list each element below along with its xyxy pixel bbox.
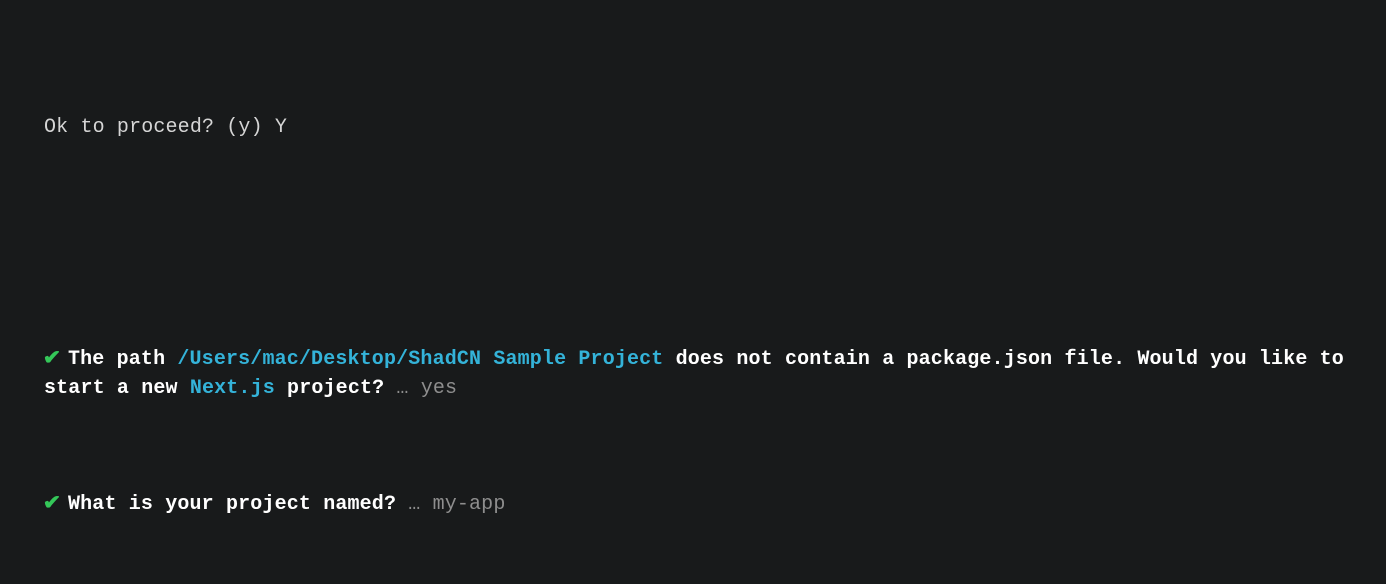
- separator: …: [396, 493, 432, 516]
- project-name-answer: my-app: [433, 493, 506, 516]
- project-name-q: What is your project named?: [68, 493, 396, 516]
- project-name-line: ✔What is your project named? … my-app: [44, 490, 1346, 519]
- path-question-line: ✔The path /Users/mac/Desktop/ShadCN Samp…: [44, 345, 1346, 403]
- terminal-output[interactable]: Ok to proceed? (y) Y ✔The path /Users/ma…: [0, 0, 1386, 584]
- separator: …: [384, 377, 420, 400]
- path-q-pre: The path: [68, 348, 177, 371]
- proceed-prompt-text: Ok to proceed? (y): [44, 116, 275, 139]
- path-q-post: project?: [275, 377, 384, 400]
- blank-line: [44, 229, 1346, 258]
- path-answer: yes: [421, 377, 457, 400]
- proceed-prompt-line: Ok to proceed? (y) Y: [44, 113, 1346, 142]
- proceed-answer: Y: [275, 116, 287, 139]
- check-icon: ✔: [43, 490, 69, 519]
- check-icon: ✔: [43, 345, 69, 374]
- path-value: /Users/mac/Desktop/ShadCN Sample Project: [177, 348, 663, 371]
- framework-name: Next.js: [190, 377, 275, 400]
